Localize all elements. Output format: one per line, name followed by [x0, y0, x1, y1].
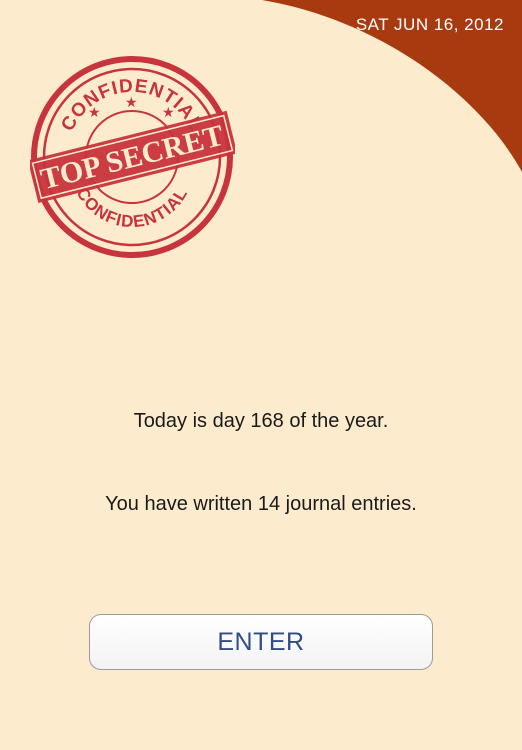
- day-of-year-text: Today is day 168 of the year.: [133, 410, 389, 432]
- svg-text:★: ★: [162, 105, 175, 121]
- svg-text:★: ★: [125, 95, 138, 111]
- svg-text:★: ★: [88, 105, 101, 121]
- enter-button[interactable]: ENTER: [89, 614, 433, 670]
- date-label: SAT JUN 16, 2012: [355, 15, 504, 34]
- stamp-bottom-text: CONFIDENTIAL: [72, 184, 190, 231]
- top-secret-stamp: CONFIDENTIAL CONFIDENTIAL TOP SECRET ★ ★…: [30, 56, 235, 258]
- journal-entries-count-text: You have written 14 journal entries.: [105, 493, 417, 515]
- svg-text:CONFIDENTIAL: CONFIDENTIAL: [72, 184, 191, 231]
- stamp-center-text: TOP SECRET: [37, 119, 226, 196]
